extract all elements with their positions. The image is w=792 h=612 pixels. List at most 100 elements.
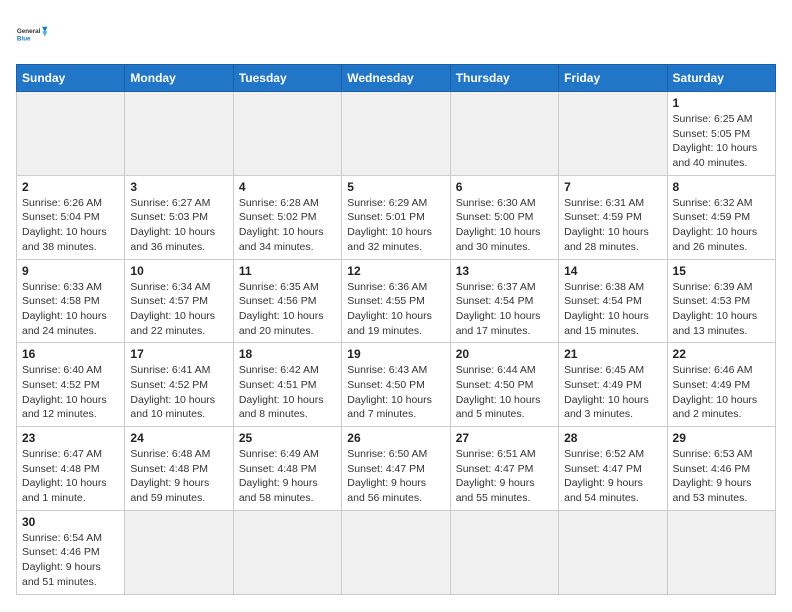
day-number: 25 bbox=[239, 431, 336, 445]
day-number: 23 bbox=[22, 431, 119, 445]
day-info: Sunrise: 6:27 AM Sunset: 5:03 PM Dayligh… bbox=[130, 196, 227, 255]
day-number: 11 bbox=[239, 264, 336, 278]
day-number: 13 bbox=[456, 264, 553, 278]
calendar-cell: 25 Sunrise: 6:49 AM Sunset: 4:48 PM Dayli… bbox=[233, 427, 341, 511]
weekday-header-monday: Monday bbox=[125, 65, 233, 92]
calendar-table: SundayMondayTuesdayWednesdayThursdayFrid… bbox=[16, 64, 776, 595]
calendar-cell: 12Sunrise: 6:36 AM Sunset: 4:55 PM Dayli… bbox=[342, 259, 450, 343]
day-info: Sunrise: 6:39 AM Sunset: 4:53 PM Dayligh… bbox=[673, 280, 770, 339]
calendar-cell: 20 Sunrise: 6:44 AM Sunset: 4:50 PM Dayli… bbox=[450, 343, 558, 427]
day-info: Sunrise: 6:41 AM Sunset: 4:52 PM Dayligh… bbox=[130, 363, 227, 422]
day-number: 5 bbox=[347, 180, 444, 194]
day-info: Sunrise: 6:29 AM Sunset: 5:01 PM Dayligh… bbox=[347, 196, 444, 255]
day-number: 9 bbox=[22, 264, 119, 278]
day-info: Sunrise: 6:52 AM Sunset: 4:47 PM Dayligh… bbox=[564, 447, 661, 506]
calendar-cell: 6 Sunrise: 6:30 AM Sunset: 5:00 PM Daylig… bbox=[450, 175, 558, 259]
page-header: GeneralBlue bbox=[16, 16, 776, 52]
day-info: Sunrise: 6:49 AM Sunset: 4:48 PM Dayligh… bbox=[239, 447, 336, 506]
weekday-header-tuesday: Tuesday bbox=[233, 65, 341, 92]
day-number: 17 bbox=[130, 347, 227, 361]
day-number: 30 bbox=[22, 515, 119, 529]
calendar-cell: 14 Sunrise: 6:38 AM Sunset: 4:54 PM Dayli… bbox=[559, 259, 667, 343]
calendar-cell: 26Sunrise: 6:50 AM Sunset: 4:47 PM Dayli… bbox=[342, 427, 450, 511]
day-info: Sunrise: 6:38 AM Sunset: 4:54 PM Dayligh… bbox=[564, 280, 661, 339]
weekday-header-row: SundayMondayTuesdayWednesdayThursdayFrid… bbox=[17, 65, 776, 92]
calendar-cell: 5 Sunrise: 6:29 AM Sunset: 5:01 PM Daylig… bbox=[342, 175, 450, 259]
day-number: 6 bbox=[456, 180, 553, 194]
calendar-cell bbox=[667, 510, 775, 594]
day-info: Sunrise: 6:25 AM Sunset: 5:05 PM Dayligh… bbox=[673, 112, 770, 171]
calendar-cell: 7Sunrise: 6:31 AM Sunset: 4:59 PM Daylig… bbox=[559, 175, 667, 259]
day-number: 20 bbox=[456, 347, 553, 361]
logo: GeneralBlue bbox=[16, 16, 52, 52]
day-number: 16 bbox=[22, 347, 119, 361]
calendar-cell: 19 Sunrise: 6:43 AM Sunset: 4:50 PM Dayli… bbox=[342, 343, 450, 427]
day-number: 28 bbox=[564, 431, 661, 445]
day-info: Sunrise: 6:40 AM Sunset: 4:52 PM Dayligh… bbox=[22, 363, 119, 422]
day-info: Sunrise: 6:46 AM Sunset: 4:49 PM Dayligh… bbox=[673, 363, 770, 422]
calendar-cell: 3Sunrise: 6:27 AM Sunset: 5:03 PM Daylig… bbox=[125, 175, 233, 259]
day-number: 8 bbox=[673, 180, 770, 194]
calendar-cell: 23 Sunrise: 6:47 AM Sunset: 4:48 PM Dayli… bbox=[17, 427, 125, 511]
calendar-cell bbox=[17, 92, 125, 176]
day-info: Sunrise: 6:26 AM Sunset: 5:04 PM Dayligh… bbox=[22, 196, 119, 255]
day-info: Sunrise: 6:51 AM Sunset: 4:47 PM Dayligh… bbox=[456, 447, 553, 506]
svg-text:General: General bbox=[17, 28, 41, 35]
calendar-cell: 22 Sunrise: 6:46 AM Sunset: 4:49 PM Dayli… bbox=[667, 343, 775, 427]
day-info: Sunrise: 6:44 AM Sunset: 4:50 PM Dayligh… bbox=[456, 363, 553, 422]
calendar-cell: 18 Sunrise: 6:42 AM Sunset: 4:51 PM Dayli… bbox=[233, 343, 341, 427]
day-info: Sunrise: 6:47 AM Sunset: 4:48 PM Dayligh… bbox=[22, 447, 119, 506]
weekday-header-friday: Friday bbox=[559, 65, 667, 92]
day-info: Sunrise: 6:30 AM Sunset: 5:00 PM Dayligh… bbox=[456, 196, 553, 255]
day-info: Sunrise: 6:28 AM Sunset: 5:02 PM Dayligh… bbox=[239, 196, 336, 255]
weekday-header-wednesday: Wednesday bbox=[342, 65, 450, 92]
weekday-header-saturday: Saturday bbox=[667, 65, 775, 92]
calendar-week-row: 30 Sunrise: 6:54 AM Sunset: 4:46 PM Dayli… bbox=[17, 510, 776, 594]
day-number: 26 bbox=[347, 431, 444, 445]
calendar-week-row: 1 Sunrise: 6:25 AM Sunset: 5:05 PM Daylig… bbox=[17, 92, 776, 176]
day-info: Sunrise: 6:33 AM Sunset: 4:58 PM Dayligh… bbox=[22, 280, 119, 339]
calendar-cell bbox=[125, 510, 233, 594]
calendar-cell: 13 Sunrise: 6:37 AM Sunset: 4:54 PM Dayli… bbox=[450, 259, 558, 343]
day-number: 21 bbox=[564, 347, 661, 361]
calendar-week-row: 16 Sunrise: 6:40 AM Sunset: 4:52 PM Dayli… bbox=[17, 343, 776, 427]
day-info: Sunrise: 6:48 AM Sunset: 4:48 PM Dayligh… bbox=[130, 447, 227, 506]
day-info: Sunrise: 6:34 AM Sunset: 4:57 PM Dayligh… bbox=[130, 280, 227, 339]
day-number: 1 bbox=[673, 96, 770, 110]
calendar-cell: 24Sunrise: 6:48 AM Sunset: 4:48 PM Dayli… bbox=[125, 427, 233, 511]
calendar-cell: 29Sunrise: 6:53 AM Sunset: 4:46 PM Dayli… bbox=[667, 427, 775, 511]
calendar-cell: 27 Sunrise: 6:51 AM Sunset: 4:47 PM Dayli… bbox=[450, 427, 558, 511]
day-number: 27 bbox=[456, 431, 553, 445]
calendar-cell: 9 Sunrise: 6:33 AM Sunset: 4:58 PM Daylig… bbox=[17, 259, 125, 343]
day-info: Sunrise: 6:31 AM Sunset: 4:59 PM Dayligh… bbox=[564, 196, 661, 255]
day-info: Sunrise: 6:42 AM Sunset: 4:51 PM Dayligh… bbox=[239, 363, 336, 422]
day-number: 4 bbox=[239, 180, 336, 194]
day-info: Sunrise: 6:45 AM Sunset: 4:49 PM Dayligh… bbox=[564, 363, 661, 422]
calendar-cell bbox=[559, 510, 667, 594]
day-info: Sunrise: 6:37 AM Sunset: 4:54 PM Dayligh… bbox=[456, 280, 553, 339]
calendar-cell: 11 Sunrise: 6:35 AM Sunset: 4:56 PM Dayli… bbox=[233, 259, 341, 343]
day-number: 10 bbox=[130, 264, 227, 278]
weekday-header-sunday: Sunday bbox=[17, 65, 125, 92]
day-number: 18 bbox=[239, 347, 336, 361]
calendar-cell: 1 Sunrise: 6:25 AM Sunset: 5:05 PM Daylig… bbox=[667, 92, 775, 176]
calendar-cell: 8Sunrise: 6:32 AM Sunset: 4:59 PM Daylig… bbox=[667, 175, 775, 259]
calendar-cell bbox=[450, 510, 558, 594]
day-info: Sunrise: 6:54 AM Sunset: 4:46 PM Dayligh… bbox=[22, 531, 119, 590]
calendar-cell: 17 Sunrise: 6:41 AM Sunset: 4:52 PM Dayli… bbox=[125, 343, 233, 427]
day-number: 19 bbox=[347, 347, 444, 361]
day-number: 15 bbox=[673, 264, 770, 278]
calendar-cell: 4 Sunrise: 6:28 AM Sunset: 5:02 PM Daylig… bbox=[233, 175, 341, 259]
day-info: Sunrise: 6:53 AM Sunset: 4:46 PM Dayligh… bbox=[673, 447, 770, 506]
calendar-week-row: 23 Sunrise: 6:47 AM Sunset: 4:48 PM Dayli… bbox=[17, 427, 776, 511]
day-info: Sunrise: 6:36 AM Sunset: 4:55 PM Dayligh… bbox=[347, 280, 444, 339]
calendar-cell bbox=[559, 92, 667, 176]
day-info: Sunrise: 6:43 AM Sunset: 4:50 PM Dayligh… bbox=[347, 363, 444, 422]
calendar-week-row: 9 Sunrise: 6:33 AM Sunset: 4:58 PM Daylig… bbox=[17, 259, 776, 343]
day-info: Sunrise: 6:35 AM Sunset: 4:56 PM Dayligh… bbox=[239, 280, 336, 339]
calendar-cell: 21 Sunrise: 6:45 AM Sunset: 4:49 PM Dayli… bbox=[559, 343, 667, 427]
day-number: 14 bbox=[564, 264, 661, 278]
day-number: 22 bbox=[673, 347, 770, 361]
calendar-cell: 2Sunrise: 6:26 AM Sunset: 5:04 PM Daylig… bbox=[17, 175, 125, 259]
svg-text:Blue: Blue bbox=[17, 35, 31, 42]
